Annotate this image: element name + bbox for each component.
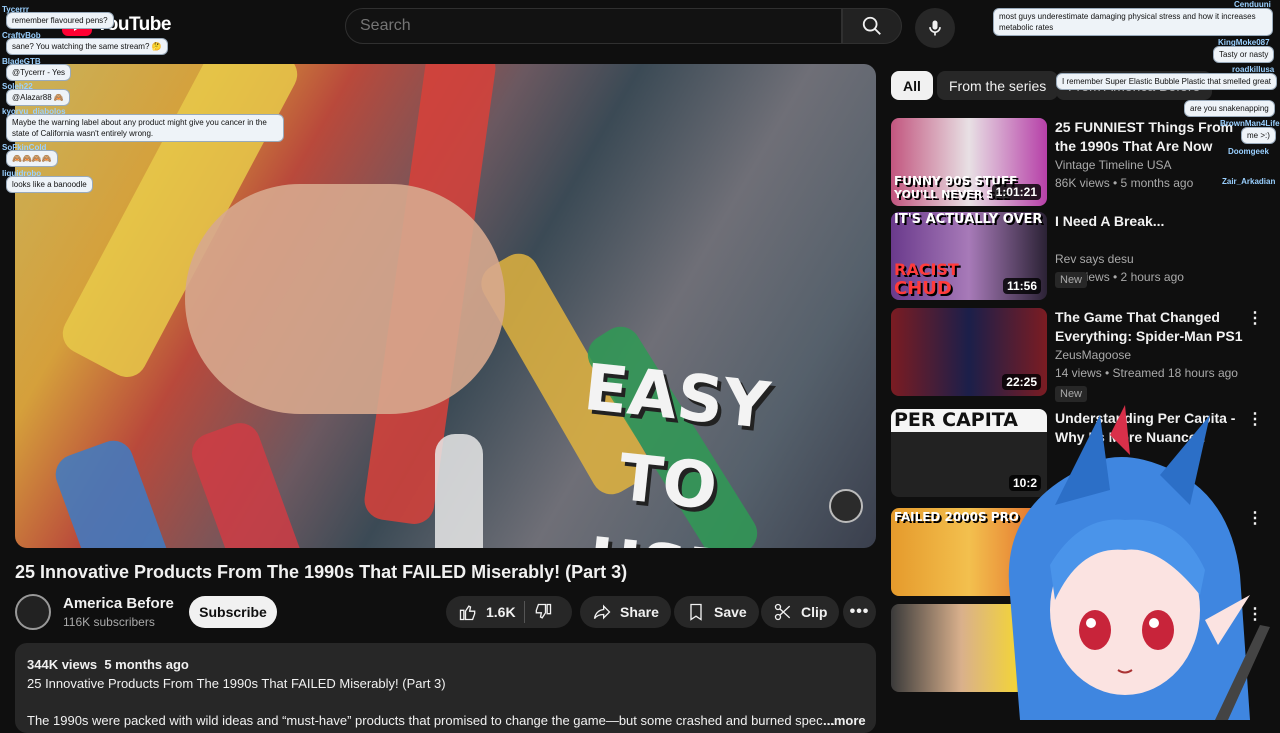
more-actions-button[interactable]: •••: [843, 596, 876, 628]
thumbs-up-icon[interactable]: [458, 602, 478, 622]
subscriber-count: 116K subscribers: [63, 615, 155, 629]
like-count[interactable]: 1.6K: [486, 604, 516, 620]
chat-message: remember flavoured pens?: [6, 12, 114, 29]
video-thumbnail[interactable]: 22:25: [891, 308, 1047, 396]
save-label: Save: [714, 604, 747, 620]
chat-username: Doomgeek: [1228, 147, 1269, 156]
new-badge: New: [1055, 272, 1088, 288]
thumbnail-text: IT'S ACTUALLY OVER: [894, 212, 1043, 227]
chat-message: @Alazar88 🙈: [6, 89, 70, 106]
recommendation-title[interactable]: The Game That Changed Everything: Spider…: [1055, 308, 1245, 346]
vtuber-avatar: [1008, 405, 1270, 720]
show-more-link[interactable]: ...more: [823, 711, 866, 730]
chat-message: I remember Super Elastic Bubble Plastic …: [1056, 73, 1277, 90]
subscribe-button[interactable]: Subscribe: [189, 596, 277, 628]
duration-badge: 1:01:21: [991, 184, 1041, 200]
recommendation-channel[interactable]: ZeusMagoose: [1055, 348, 1131, 362]
chat-message: me >:): [1241, 127, 1276, 144]
player-frame-marker: [186, 417, 314, 548]
search-box[interactable]: [345, 8, 842, 44]
duration-badge: 22:25: [1002, 374, 1041, 390]
duration-badge: 11:56: [1002, 278, 1041, 294]
upload-age: 5 months ago: [104, 657, 189, 672]
recommendation-item[interactable]: FUNNY 90S STUFF YOU'LL NEVER SEE 1:01:21…: [891, 118, 1267, 206]
chat-message: looks like a banoodle: [6, 176, 93, 193]
recommendation-title[interactable]: 25 FUNNIEST Things From the 1990s That A…: [1055, 118, 1245, 156]
recommendation-item[interactable]: IT'S ACTUALLY OVER RACIST CHUD 11:56 I N…: [891, 212, 1267, 300]
like-dislike-group: 1.6K: [446, 596, 572, 628]
save-button[interactable]: Save: [674, 596, 759, 628]
like-divider: [523, 601, 525, 623]
chat-username: Zair_Arkadian: [1222, 177, 1276, 186]
channel-watermark-icon[interactable]: [829, 489, 863, 523]
player-frame-marker: [435, 434, 483, 548]
chip-all[interactable]: All: [891, 71, 933, 100]
more-dots-icon: •••: [849, 603, 870, 620]
recommendation-channel[interactable]: Rev says desu: [1055, 252, 1134, 266]
voice-search-button[interactable]: [915, 8, 955, 48]
description-text: The 1990s were packed with wild ideas an…: [27, 711, 837, 730]
chat-message: 🙈🙈🙈🙈: [6, 150, 58, 167]
thumbnail-text: CHUD: [894, 278, 952, 299]
chat-message: Maybe the warning label about any produc…: [6, 114, 284, 142]
clip-label: Clip: [801, 604, 828, 620]
more-options-icon[interactable]: ⋮: [1247, 310, 1263, 330]
player-frame-marker: [185, 184, 505, 414]
view-count: 344K views: [27, 657, 98, 672]
bookmark-icon: [690, 603, 702, 621]
video-title: 25 Innovative Products From The 1990s Th…: [15, 562, 628, 582]
share-button[interactable]: Share: [580, 596, 671, 628]
thumbs-down-icon[interactable]: [533, 602, 553, 622]
recommendation-channel[interactable]: Vintage Timeline USA: [1055, 158, 1172, 172]
search-button[interactable]: [842, 8, 902, 44]
chat-message: are you snakenapping: [1184, 100, 1275, 117]
share-label: Share: [620, 604, 659, 620]
scissors-icon: [774, 603, 791, 621]
chat-message: most guys underestimate damaging physica…: [993, 8, 1273, 36]
recommendation-item[interactable]: 22:25 The Game That Changed Everything: …: [891, 308, 1267, 402]
thumbnail-text: RACIST: [894, 260, 959, 279]
player-caption: EASY TO USE: [562, 345, 774, 548]
recommendation-meta: 14 views • Streamed 18 hours ago: [1055, 366, 1238, 380]
recommendation-title[interactable]: I Need A Break...: [1055, 212, 1245, 231]
video-thumbnail[interactable]: FUNNY 90S STUFF YOU'LL NEVER SEE 1:01:21: [891, 118, 1047, 206]
chat-message: @Tycerrr - Yes: [6, 64, 72, 81]
description-line: The 1990s were packed with wild ideas an…: [27, 713, 836, 728]
description-line: 25 Innovative Products From The 1990s Th…: [27, 676, 446, 691]
chat-message: Tasty or nasty: [1213, 46, 1275, 63]
chat-message: sane? You watching the same stream? 🤔: [6, 38, 168, 55]
microphone-icon: [929, 20, 941, 36]
chip-from-series[interactable]: From the series: [937, 71, 1059, 100]
search-input[interactable]: [360, 17, 841, 35]
search-icon: [862, 16, 881, 35]
clip-button[interactable]: Clip: [761, 596, 840, 628]
recommendation-meta: 86K views • 5 months ago: [1055, 176, 1194, 190]
description-meta: 344K views 5 months ago: [27, 655, 864, 674]
channel-name[interactable]: America Before: [63, 595, 174, 612]
channel-avatar[interactable]: [15, 594, 51, 630]
share-arrow-icon: [593, 604, 611, 620]
player-frame-marker: [50, 435, 180, 548]
video-thumbnail[interactable]: IT'S ACTUALLY OVER RACIST CHUD 11:56: [891, 212, 1047, 300]
